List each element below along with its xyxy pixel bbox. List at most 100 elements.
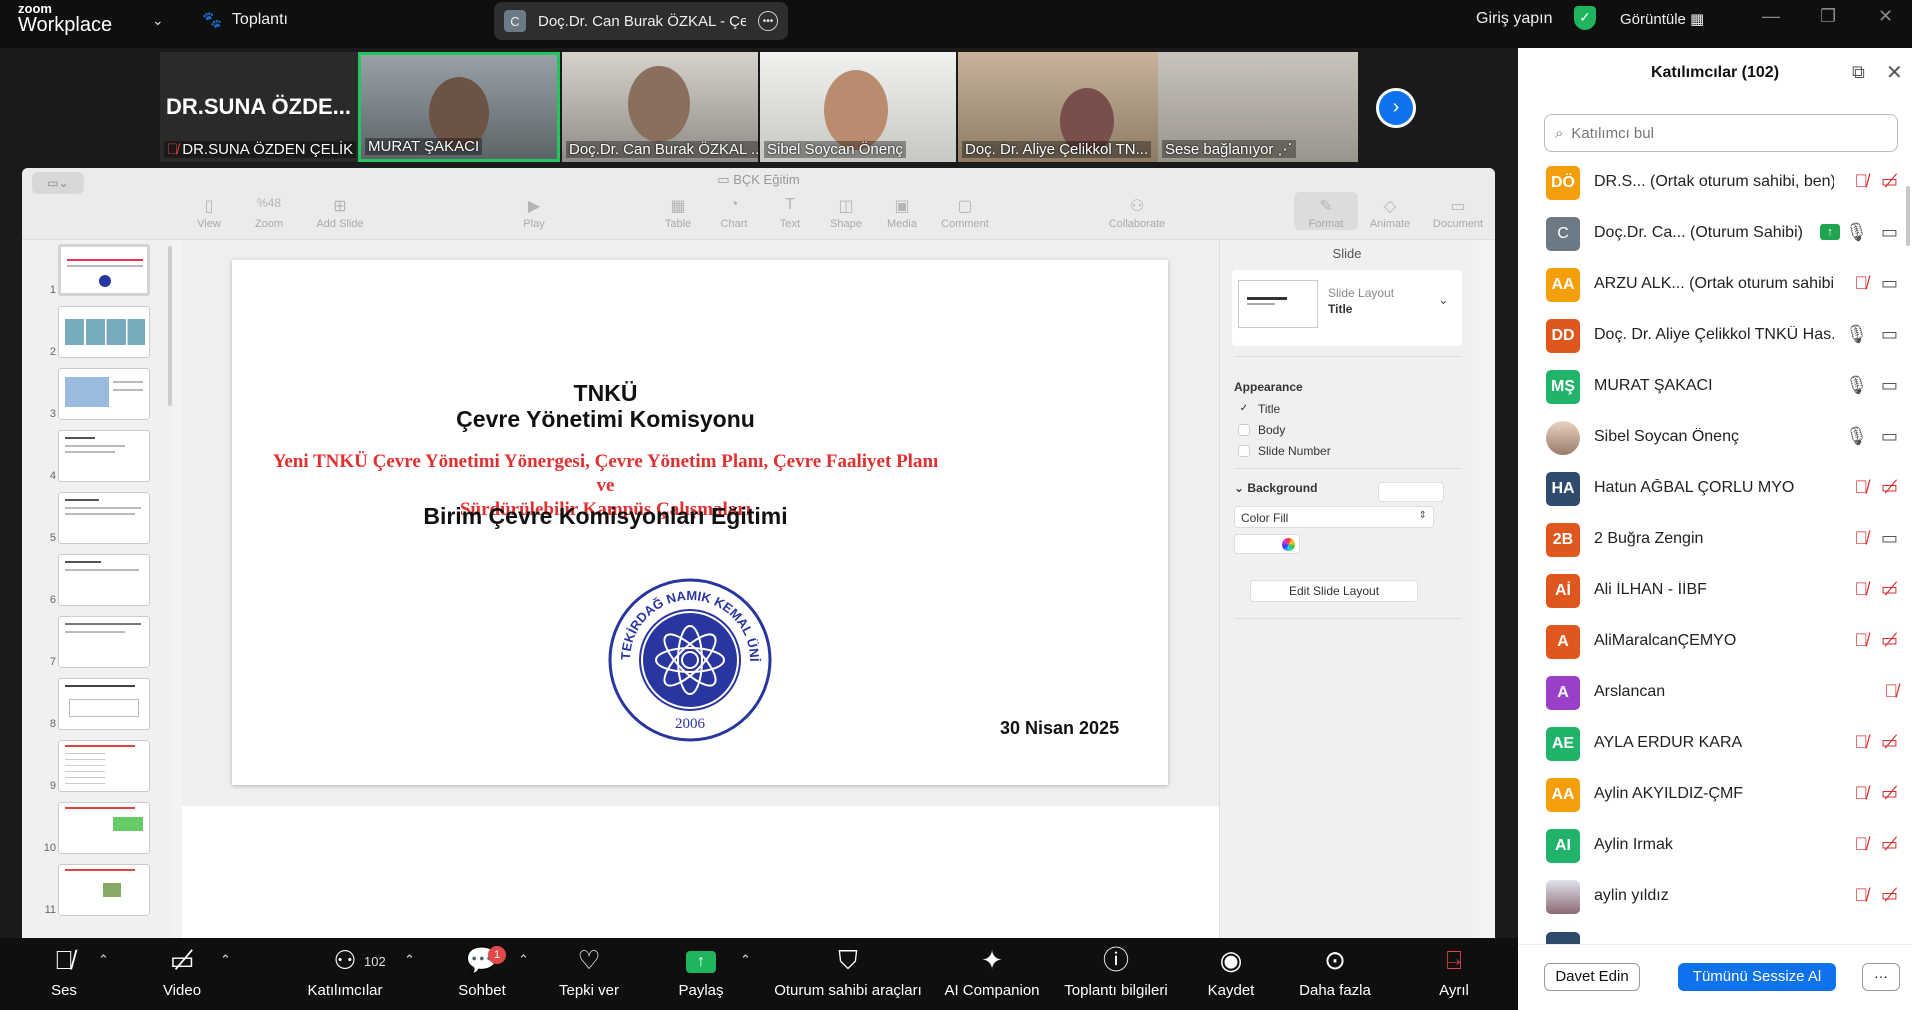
video-icon[interactable]: ▭: [1881, 324, 1898, 345]
participant-row[interactable]: DD Doç. Dr. Aliye Çelikkol TNKÜ Has... 🎙 ▭: [1518, 311, 1912, 362]
share-button[interactable]: ↑ Paylaş: [666, 938, 736, 999]
chevron-down-icon[interactable]: ⌄: [1438, 292, 1449, 308]
mic-muted-icon[interactable]: 🎙̸: [1855, 528, 1869, 549]
ai-companion-button[interactable]: ✦ AI Companion: [940, 938, 1044, 999]
mic-muted-icon[interactable]: 🎙̸: [1855, 834, 1869, 855]
slide-thumbnail[interactable]: [58, 678, 150, 730]
mic-icon[interactable]: 🎙: [1845, 222, 1868, 243]
slide-thumbnail[interactable]: [58, 616, 150, 668]
fill-type-select[interactable]: Color Fill ⇕: [1234, 506, 1434, 528]
mic-muted-icon[interactable]: 🎙̸: [1855, 783, 1869, 804]
mute-all-button[interactable]: Tümünü Sessize Al: [1678, 963, 1836, 991]
add-slide-tool[interactable]: ⊞ Add Slide: [298, 196, 382, 230]
participant-row[interactable]: A AliMaralcanÇEMYO 🎙̸ ▭̸: [1518, 617, 1912, 668]
slide-thumbnail[interactable]: [58, 244, 150, 296]
document-tool[interactable]: ▭ Document: [1422, 196, 1494, 230]
chevron-down-icon[interactable]: ⌄: [152, 12, 164, 29]
slide-layout-card[interactable]: Slide Layout Title ⌄: [1232, 270, 1462, 346]
background-heading[interactable]: ⌄ Background: [1234, 481, 1317, 495]
current-slide[interactable]: TNKÜ Çevre Yönetimi Komisyonu Yeni TNKÜ …: [232, 260, 1168, 785]
mic-muted-icon[interactable]: 🎙̸: [1855, 579, 1869, 600]
collaborate-tool[interactable]: ⚇ Collaborate: [1097, 196, 1177, 230]
text-tool[interactable]: T Text: [762, 196, 818, 230]
video-tile[interactable]: Sibel Soycan Önenç: [760, 52, 956, 162]
react-button[interactable]: ♡ Tepki ver: [552, 938, 626, 999]
slide-thumbnail[interactable]: [58, 306, 150, 358]
shield-check-icon[interactable]: ✓: [1574, 6, 1596, 30]
video-tile[interactable]: Sese bağlanıyor ⋰: [1158, 52, 1358, 162]
mic-muted-icon[interactable]: 🎙̸: [1855, 630, 1869, 651]
mic-muted-icon[interactable]: 🎙̸: [1885, 681, 1899, 702]
slide-thumbnail[interactable]: [58, 368, 150, 420]
video-icon[interactable]: ▭: [1881, 375, 1898, 396]
video-button[interactable]: ▭̸ Video: [150, 938, 214, 999]
participant-search-input[interactable]: ⌕ Katılımcı bul: [1544, 114, 1898, 152]
video-off-icon[interactable]: ▭̸: [1881, 732, 1898, 753]
participant-row[interactable]: Aİ Ali İLHAN - İİBF 🎙̸ ▭̸: [1518, 566, 1912, 617]
chevron-up-icon[interactable]: ⌃: [740, 952, 751, 968]
slide-number-checkbox[interactable]: Slide Number: [1238, 444, 1331, 458]
sign-in-link[interactable]: Giriş yapın: [1476, 10, 1552, 28]
mic-icon[interactable]: 🎙: [1845, 324, 1868, 345]
slide-thumbnail[interactable]: [58, 554, 150, 606]
slide-thumbnail[interactable]: [58, 802, 150, 854]
chart-tool[interactable]: ◔ Chart: [706, 196, 762, 230]
mic-muted-icon[interactable]: 🎙̸: [1855, 732, 1869, 753]
participant-row[interactable]: aylin yıldız 🎙̸ ▭̸: [1518, 872, 1912, 923]
background-color-well[interactable]: [1378, 482, 1444, 502]
participant-row[interactable]: A Arslancan 🎙̸: [1518, 668, 1912, 719]
participant-row[interactable]: 2B 2 Buğra Zengin 🎙̸ ▭: [1518, 515, 1912, 566]
chevron-up-icon[interactable]: ⌃: [220, 952, 231, 968]
edit-slide-layout-button[interactable]: Edit Slide Layout: [1250, 580, 1418, 602]
participant-row[interactable]: AA ARZU ALK... (Ortak oturum sahibi) 🎙̸ ▭: [1518, 260, 1912, 311]
shape-tool[interactable]: ◫ Shape: [818, 196, 874, 230]
meeting-menu[interactable]: 🐾 Toplantı: [202, 10, 288, 30]
video-icon[interactable]: ▭: [1881, 528, 1898, 549]
slide-thumbnail[interactable]: [58, 740, 150, 792]
play-tool[interactable]: ▶ Play: [499, 196, 569, 230]
video-off-icon[interactable]: ▭̸: [1881, 885, 1898, 906]
mic-muted-icon[interactable]: 🎙̸: [1855, 885, 1869, 906]
meeting-title-pill[interactable]: C Doç.Dr. Can Burak ÖZKAL - Çevre •••: [494, 2, 788, 40]
navigator-scrollbar[interactable]: [168, 246, 172, 406]
video-off-icon[interactable]: ▭̸: [1881, 630, 1898, 651]
video-off-icon[interactable]: ▭̸: [1881, 834, 1898, 855]
video-tile[interactable]: Doç. Dr. Aliye Çelikkol TN...: [958, 52, 1158, 162]
slide-thumbnail[interactable]: [58, 864, 150, 916]
video-tile[interactable]: DR.SUNA ÖZDE... 🎙̸ DR.SUNA ÖZDEN ÇELİK: [160, 52, 358, 162]
close-icon[interactable]: ✕: [1878, 6, 1893, 27]
record-button[interactable]: ◉ Kaydet: [1196, 938, 1266, 999]
pop-out-icon[interactable]: ⧉: [1852, 62, 1865, 83]
more-button[interactable]: ⊙ Daha fazla: [1292, 938, 1378, 999]
title-checkbox[interactable]: ✓ Title: [1238, 402, 1280, 416]
more-icon[interactable]: •••: [758, 11, 778, 31]
participant-row[interactable]: HA Hatun AĞBAL ÇORLU MYO 🎙̸ ▭̸: [1518, 464, 1912, 515]
video-off-icon[interactable]: ▭̸: [1881, 477, 1898, 498]
invite-button[interactable]: Davet Edin: [1544, 963, 1640, 991]
mic-muted-icon[interactable]: 🎙̸: [1855, 171, 1869, 192]
view-menu[interactable]: Görüntüle ▦: [1620, 10, 1704, 28]
mic-icon[interactable]: 🎙: [1845, 426, 1868, 447]
more-options-button[interactable]: ···: [1862, 963, 1900, 991]
slide-thumbnail[interactable]: [58, 430, 150, 482]
format-tool[interactable]: ✎ Format: [1294, 192, 1358, 230]
participant-row[interactable]: DÖ DR.S... (Ortak oturum sahibi, ben) 🎙̸ ▭̸: [1518, 158, 1912, 209]
host-tools-button[interactable]: ⛉ Oturum sahibi araçları: [768, 938, 928, 999]
mic-icon[interactable]: 🎙: [1845, 375, 1868, 396]
participant-row[interactable]: MŞ MURAT ŞAKACI 🎙 ▭: [1518, 362, 1912, 413]
chevron-up-icon[interactable]: ⌃: [404, 952, 415, 968]
video-off-icon[interactable]: ▭̸: [1881, 171, 1898, 192]
close-icon[interactable]: ✕: [1886, 60, 1903, 85]
animate-tool[interactable]: ◇ Animate: [1358, 196, 1422, 230]
video-icon[interactable]: ▭: [1881, 222, 1898, 243]
next-page-button[interactable]: ›: [1376, 88, 1416, 128]
zoom-tool[interactable]: %48 Zoom: [234, 196, 304, 230]
video-icon[interactable]: ▭: [1881, 426, 1898, 447]
mic-muted-icon[interactable]: 🎙̸: [1855, 477, 1869, 498]
maximize-icon[interactable]: ❐: [1820, 6, 1836, 27]
chat-button[interactable]: 💬 Sohbet: [452, 938, 512, 999]
media-tool[interactable]: ▣ Media: [874, 196, 930, 230]
participant-row[interactable]: Sibel Soycan Önenç 🎙 ▭: [1518, 413, 1912, 464]
slide-thumbnail[interactable]: [58, 492, 150, 544]
table-tool[interactable]: ▦ Table: [650, 196, 706, 230]
